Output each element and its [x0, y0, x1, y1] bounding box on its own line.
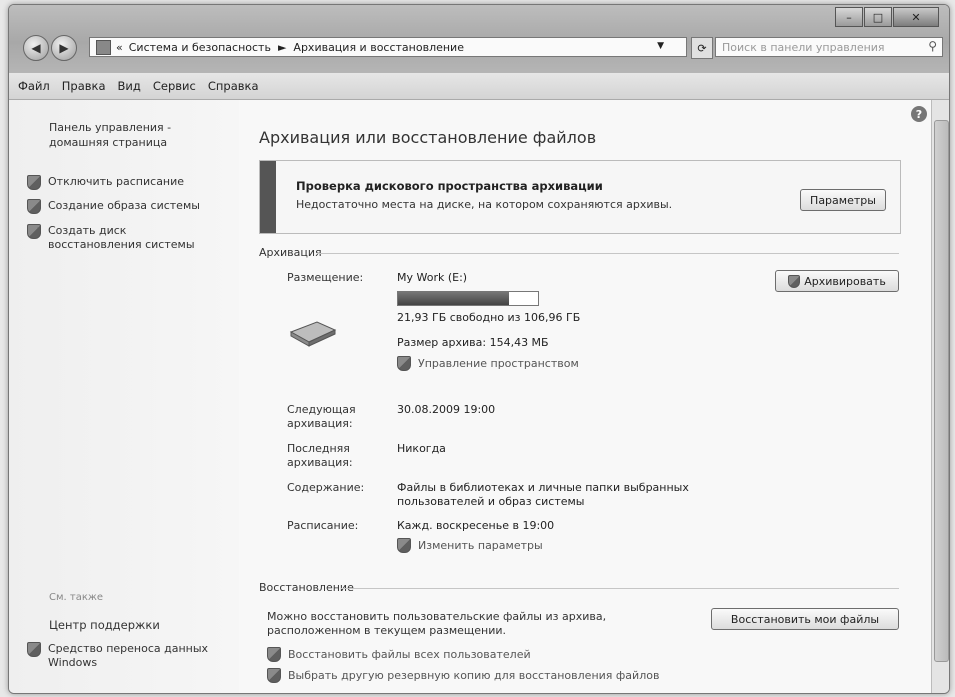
- breadcrumb-separator-icon[interactable]: ►: [278, 41, 286, 54]
- see-also-heading: См. также: [49, 592, 104, 603]
- title-bar: – □ ✕ ◀ ▶ « Система и безопасность ► Арх…: [9, 5, 949, 73]
- last-backup-label: Последняя архивация:: [287, 442, 353, 469]
- close-button[interactable]: ✕: [893, 7, 939, 27]
- menu-tools[interactable]: Сервис: [153, 79, 196, 93]
- section-divider: [341, 588, 899, 589]
- main-content: Архивация или восстановление файлов Пров…: [239, 100, 931, 693]
- contents-label: Содержание:: [287, 481, 365, 494]
- breadcrumb-system-security[interactable]: Система и безопасность: [129, 41, 271, 54]
- sidebar-home-link[interactable]: Панель управления - домашняя страница: [49, 120, 219, 150]
- chevron-down-icon[interactable]: ▼: [657, 41, 664, 51]
- sidebar-link-action-center[interactable]: Центр поддержки: [49, 618, 160, 632]
- minimize-button[interactable]: –: [835, 7, 863, 27]
- schedule-value: Кажд. воскресенье в 19:00: [397, 519, 555, 532]
- manage-space-link[interactable]: Управление пространством: [397, 356, 579, 371]
- sidebar-task-create-recovery-disc[interactable]: Создать диск восстановления системы: [27, 224, 217, 252]
- shield-icon: [397, 538, 411, 553]
- disk-space-alert: Проверка дискового пространства архиваци…: [259, 160, 901, 234]
- restore-all-users-label: Восстановить файлы всех пользователей: [288, 647, 531, 661]
- address-bar[interactable]: « Система и безопасность ► Архивация и в…: [89, 37, 687, 57]
- sidebar: Панель управления - домашняя страница От…: [9, 100, 239, 693]
- free-space-text: 21,93 ГБ свободно из 106,96 ГБ: [397, 311, 581, 324]
- last-backup-value: Никогда: [397, 442, 446, 455]
- control-panel-window: – □ ✕ ◀ ▶ « Система и безопасность ► Арх…: [8, 4, 950, 694]
- settings-button[interactable]: Параметры: [800, 189, 886, 211]
- menu-file[interactable]: Файл: [18, 79, 50, 93]
- restore-all-users-link[interactable]: Восстановить файлы всех пользователей: [267, 647, 531, 662]
- window-controls: – □ ✕: [834, 7, 939, 27]
- restore-section-heading: Восстановление: [259, 581, 354, 594]
- change-settings-link[interactable]: Изменить параметры: [397, 538, 543, 553]
- sidebar-task-create-image[interactable]: Создание образа системы: [27, 199, 200, 214]
- sidebar-task-label: Создать диск восстановления системы: [48, 224, 195, 251]
- shield-icon: [397, 356, 411, 371]
- select-other-backup-label: Выбрать другую резервную копию для восст…: [288, 668, 660, 682]
- select-other-backup-link[interactable]: Выбрать другую резервную копию для восст…: [267, 668, 659, 683]
- alert-stripe: [260, 161, 276, 233]
- shield-icon: [27, 199, 41, 214]
- search-icon[interactable]: ⚲: [928, 39, 937, 53]
- shield-icon: [27, 642, 41, 657]
- vertical-scrollbar[interactable]: [931, 100, 949, 693]
- sidebar-task-label: Отключить расписание: [48, 175, 185, 188]
- refresh-icon[interactable]: ⟳: [691, 37, 713, 59]
- sidebar-link-easy-transfer[interactable]: Средство переноса данных Windows: [27, 642, 217, 670]
- shield-icon: [27, 175, 41, 190]
- shield-icon: [27, 224, 41, 239]
- contents-value: Файлы в библиотеках и личные папки выбра…: [397, 481, 689, 508]
- location-label: Размещение:: [287, 271, 364, 284]
- disk-usage-bar: [397, 291, 539, 306]
- archive-size-text: Размер архива: 154,43 МБ: [397, 336, 549, 349]
- breadcrumb-backup-restore[interactable]: Архивация и восстановление: [293, 41, 464, 54]
- navigation-buttons: ◀ ▶: [23, 35, 79, 61]
- address-prefix[interactable]: «: [116, 41, 123, 54]
- backup-section-heading: Архивация: [259, 246, 322, 259]
- control-panel-icon: [96, 39, 111, 55]
- location-value: My Work (E:): [397, 271, 468, 284]
- hard-drive-icon: [289, 321, 337, 347]
- backup-now-button[interactable]: Архивировать: [775, 270, 899, 292]
- maximize-button[interactable]: □: [864, 7, 892, 27]
- menu-bar: Файл Правка Вид Сервис Справка: [9, 73, 949, 100]
- change-settings-label: Изменить параметры: [418, 538, 543, 552]
- restore-my-files-button[interactable]: Восстановить мои файлы: [711, 608, 899, 630]
- scrollbar-thumb[interactable]: [934, 120, 949, 662]
- sidebar-link-label: Средство переноса данных Windows: [48, 642, 209, 669]
- shield-icon: [788, 274, 801, 288]
- schedule-label: Расписание:: [287, 519, 359, 532]
- backup-now-label: Архивировать: [804, 274, 886, 288]
- alert-text: Недостаточно места на диске, на котором …: [296, 198, 673, 211]
- menu-help[interactable]: Справка: [208, 79, 259, 93]
- section-divider: [317, 253, 899, 254]
- restore-description: Можно восстановить пользовательские файл…: [267, 610, 607, 637]
- help-icon[interactable]: ?: [911, 106, 927, 122]
- forward-arrow-icon[interactable]: ▶: [51, 35, 77, 61]
- menu-view[interactable]: Вид: [118, 79, 141, 93]
- alert-title: Проверка дискового пространства архиваци…: [296, 179, 603, 193]
- disk-usage-fill: [398, 292, 509, 305]
- menu-edit[interactable]: Правка: [62, 79, 106, 93]
- search-placeholder: Поиск в панели управления: [722, 40, 885, 54]
- next-backup-value: 30.08.2009 19:00: [397, 403, 496, 416]
- search-input[interactable]: Поиск в панели управления ⚲: [715, 37, 943, 57]
- sidebar-task-disable-schedule[interactable]: Отключить расписание: [27, 175, 184, 190]
- shield-icon: [267, 668, 281, 683]
- sidebar-task-label: Создание образа системы: [48, 199, 200, 212]
- manage-space-label: Управление пространством: [418, 356, 579, 370]
- next-backup-label: Следующая архивация:: [287, 403, 356, 430]
- back-arrow-icon[interactable]: ◀: [23, 35, 49, 61]
- page-title: Архивация или восстановление файлов: [259, 128, 597, 147]
- shield-icon: [267, 647, 281, 662]
